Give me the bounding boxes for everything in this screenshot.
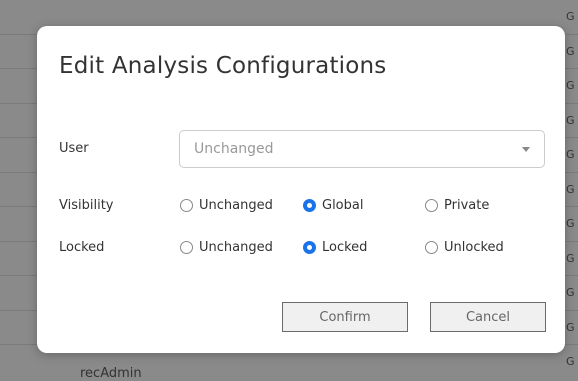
- background-cell: G: [566, 286, 575, 299]
- background-cell: G: [566, 320, 575, 334]
- background-row-name: recAdmin: [80, 366, 142, 381]
- background-cell: G: [566, 182, 575, 196]
- cancel-button[interactable]: Cancel: [430, 302, 546, 332]
- visibility-option-unchanged[interactable]: Unchanged: [180, 198, 273, 213]
- user-label: User: [59, 141, 89, 156]
- background-cell: G: [566, 79, 575, 92]
- background-cell: G: [566, 113, 575, 127]
- visibility-option-label: Global: [322, 198, 364, 213]
- background-cell: G: [566, 148, 575, 161]
- background-cell: G: [566, 217, 575, 230]
- locked-option-label: Unlocked: [444, 240, 504, 255]
- background-cell: G: [566, 44, 575, 58]
- edit-analysis-dialog: Edit Analysis Configurations User Unchan…: [37, 26, 565, 353]
- background-cell: G: [566, 10, 575, 23]
- user-select-value: Unchanged: [194, 141, 274, 157]
- confirm-button[interactable]: Confirm: [282, 302, 408, 332]
- background-cell: G: [566, 355, 575, 368]
- locked-label: Locked: [59, 240, 105, 255]
- radio-button[interactable]: [180, 241, 193, 254]
- visibility-option-label: Unchanged: [199, 198, 273, 213]
- radio-button[interactable]: [180, 199, 193, 212]
- locked-option-label: Locked: [322, 240, 368, 255]
- radio-button[interactable]: [303, 241, 316, 254]
- user-select[interactable]: Unchanged: [179, 130, 545, 168]
- locked-option-unchanged[interactable]: Unchanged: [180, 240, 273, 255]
- visibility-option-label: Private: [444, 198, 490, 213]
- visibility-option-global[interactable]: Global: [303, 198, 363, 213]
- locked-option-label: Unchanged: [199, 240, 273, 255]
- dialog-title: Edit Analysis Configurations: [59, 53, 387, 79]
- chevron-down-icon: [522, 147, 530, 152]
- locked-option-locked[interactable]: Locked: [303, 240, 367, 255]
- locked-option-unlocked[interactable]: Unlocked: [425, 240, 504, 255]
- visibility-option-private[interactable]: Private: [425, 198, 489, 213]
- visibility-label: Visibility: [59, 198, 114, 213]
- background-cell: G: [566, 251, 575, 265]
- radio-button[interactable]: [425, 199, 438, 212]
- radio-button[interactable]: [303, 199, 316, 212]
- radio-button[interactable]: [425, 241, 438, 254]
